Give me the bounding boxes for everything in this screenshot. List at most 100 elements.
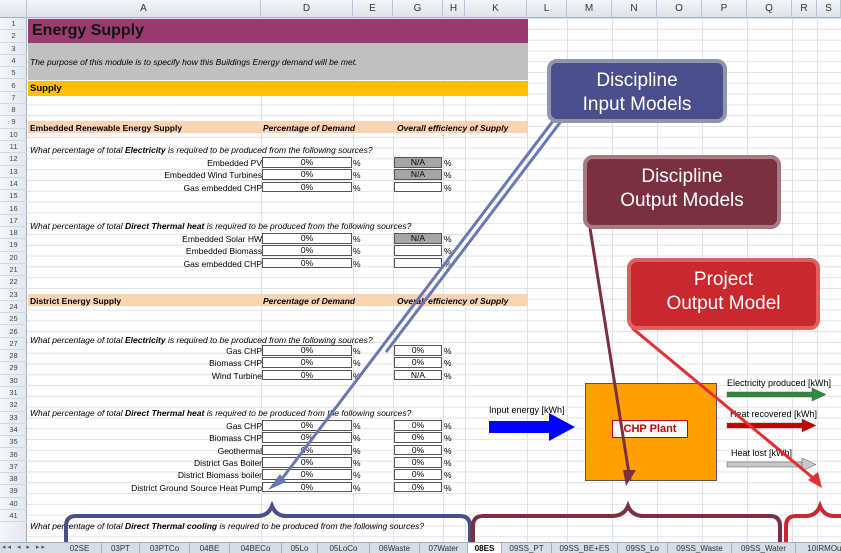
sheet-tab[interactable]: 09SS_BE+ES — [552, 543, 618, 553]
percentage-input-cell[interactable]: 0% — [262, 432, 352, 444]
sheet-tab[interactable]: 03PT — [102, 543, 140, 553]
efficiency-input-cell[interactable]: N/A — [394, 157, 442, 168]
column-header[interactable]: A — [27, 0, 261, 18]
row-number[interactable]: 6 — [0, 80, 27, 92]
percentage-input-cell[interactable]: 0% — [262, 369, 352, 381]
row-number[interactable]: 14 — [0, 178, 27, 191]
efficiency-input-cell[interactable]: 0% — [394, 481, 442, 493]
percentage-input-cell[interactable]: 0% — [262, 169, 352, 181]
percentage-input-cell[interactable]: 0% — [262, 157, 352, 168]
row-number[interactable]: 23 — [0, 289, 27, 301]
column-header[interactable]: L — [527, 0, 567, 18]
sheet-tab[interactable]: 09SS_Water — [732, 543, 796, 553]
sheet-nav-buttons[interactable]: ◂◂ ◂ ▸ ▸▸ — [2, 543, 47, 551]
row-number[interactable]: 10 — [0, 129, 27, 141]
percentage-input-cell[interactable]: 0% — [262, 456, 352, 468]
row-number[interactable]: 39 — [0, 485, 27, 498]
column-header[interactable]: N — [612, 0, 657, 18]
row-number[interactable]: 22 — [0, 276, 27, 289]
row-number[interactable]: 17 — [0, 215, 27, 228]
column-header[interactable]: Q — [747, 0, 792, 18]
row-number[interactable]: 36 — [0, 449, 27, 461]
efficiency-input-cell[interactable]: N/A — [394, 233, 442, 244]
row-number[interactable]: 8 — [0, 104, 27, 117]
efficiency-input-cell[interactable]: 0% — [394, 456, 442, 468]
row-number[interactable]: 25 — [0, 313, 27, 326]
row-number[interactable]: 21 — [0, 264, 27, 277]
row-number[interactable]: 37 — [0, 461, 27, 474]
row-number[interactable]: 11 — [0, 141, 27, 154]
row-number[interactable]: 18 — [0, 227, 27, 240]
efficiency-input-cell[interactable] — [394, 181, 442, 193]
row-number[interactable]: 32 — [0, 399, 27, 412]
row-number[interactable]: 38 — [0, 473, 27, 486]
row-number[interactable]: 34 — [0, 424, 27, 437]
percentage-input-cell[interactable]: 0% — [262, 245, 352, 257]
percentage-input-cell[interactable]: 0% — [262, 481, 352, 493]
sheet-tab[interactable]: 03PTCo — [140, 543, 190, 553]
percentage-input-cell[interactable]: 0% — [262, 444, 352, 456]
efficiency-input-cell[interactable]: 0% — [394, 432, 442, 444]
row-number[interactable]: 19 — [0, 239, 27, 252]
column-header[interactable]: G — [393, 0, 443, 18]
row-number[interactable]: 7 — [0, 92, 27, 105]
sheet-tab[interactable]: 06Waste — [370, 543, 420, 553]
sheet-tab[interactable]: 10IRMOut — [796, 543, 841, 553]
row-number[interactable]: 4 — [0, 55, 27, 68]
efficiency-input-cell[interactable]: 0% — [394, 444, 442, 456]
row-number[interactable]: 35 — [0, 436, 27, 449]
percentage-input-cell[interactable]: 0% — [262, 345, 352, 356]
row-number[interactable]: 26 — [0, 326, 27, 338]
row-number[interactable]: 33 — [0, 412, 27, 424]
row-number[interactable]: 20 — [0, 252, 27, 264]
column-header[interactable]: K — [465, 0, 527, 18]
row-number[interactable]: 31 — [0, 387, 27, 400]
row-number[interactable]: 29 — [0, 362, 27, 375]
row-number[interactable]: 40 — [0, 498, 27, 510]
sheet-tab[interactable]: 05Lo — [282, 543, 318, 553]
percentage-input-cell[interactable]: 0% — [262, 233, 352, 244]
row-number[interactable]: 5 — [0, 67, 27, 80]
row-number[interactable]: 16 — [0, 203, 27, 215]
efficiency-input-cell[interactable]: N/A — [394, 169, 442, 181]
percentage-input-cell[interactable]: 0% — [262, 420, 352, 431]
sheet-tab[interactable]: 08ES — [468, 543, 502, 553]
select-all-corner[interactable] — [0, 0, 27, 18]
column-header[interactable]: H — [443, 0, 465, 18]
sheet-tab[interactable]: 05LoCo — [318, 543, 370, 553]
sheet-tab[interactable]: 07Water — [420, 543, 468, 553]
sheet-tab[interactable]: 09SS_PT — [502, 543, 552, 553]
percentage-input-cell[interactable]: 0% — [262, 181, 352, 193]
row-number[interactable]: 28 — [0, 350, 27, 363]
column-header[interactable]: M — [567, 0, 612, 18]
percentage-input-cell[interactable]: 0% — [262, 469, 352, 480]
efficiency-input-cell[interactable] — [394, 257, 442, 269]
percentage-input-cell[interactable]: 0% — [262, 357, 352, 369]
row-number[interactable]: 2 — [0, 30, 27, 43]
efficiency-input-cell[interactable]: 0% — [394, 345, 442, 356]
column-header[interactable]: E — [353, 0, 393, 18]
efficiency-input-cell[interactable]: N/A — [394, 369, 442, 381]
row-number[interactable]: 30 — [0, 375, 27, 387]
efficiency-input-cell[interactable]: 0% — [394, 420, 442, 431]
column-header[interactable]: P — [702, 0, 747, 18]
row-number[interactable]: 9 — [0, 116, 27, 129]
column-header[interactable]: O — [657, 0, 702, 18]
row-number[interactable]: 41 — [0, 510, 27, 523]
sheet-tab[interactable]: 04BECo — [230, 543, 282, 553]
efficiency-input-cell[interactable]: 0% — [394, 469, 442, 480]
efficiency-input-cell[interactable]: 0% — [394, 357, 442, 369]
efficiency-input-cell[interactable] — [394, 245, 442, 257]
column-header[interactable]: R — [792, 0, 817, 18]
row-number[interactable]: 12 — [0, 153, 27, 166]
column-header[interactable]: D — [261, 0, 353, 18]
row-number[interactable]: 27 — [0, 338, 27, 351]
percentage-input-cell[interactable]: 0% — [262, 257, 352, 269]
row-number[interactable]: 13 — [0, 166, 27, 178]
row-number[interactable]: 24 — [0, 301, 27, 314]
row-number[interactable]: 15 — [0, 190, 27, 203]
row-number[interactable]: 3 — [0, 43, 27, 55]
sheet-tab[interactable]: 09SS_Lo — [618, 543, 668, 553]
sheet-tab[interactable]: 09SS_Waste — [668, 543, 732, 553]
sheet-tab[interactable]: 02SE — [58, 543, 102, 553]
